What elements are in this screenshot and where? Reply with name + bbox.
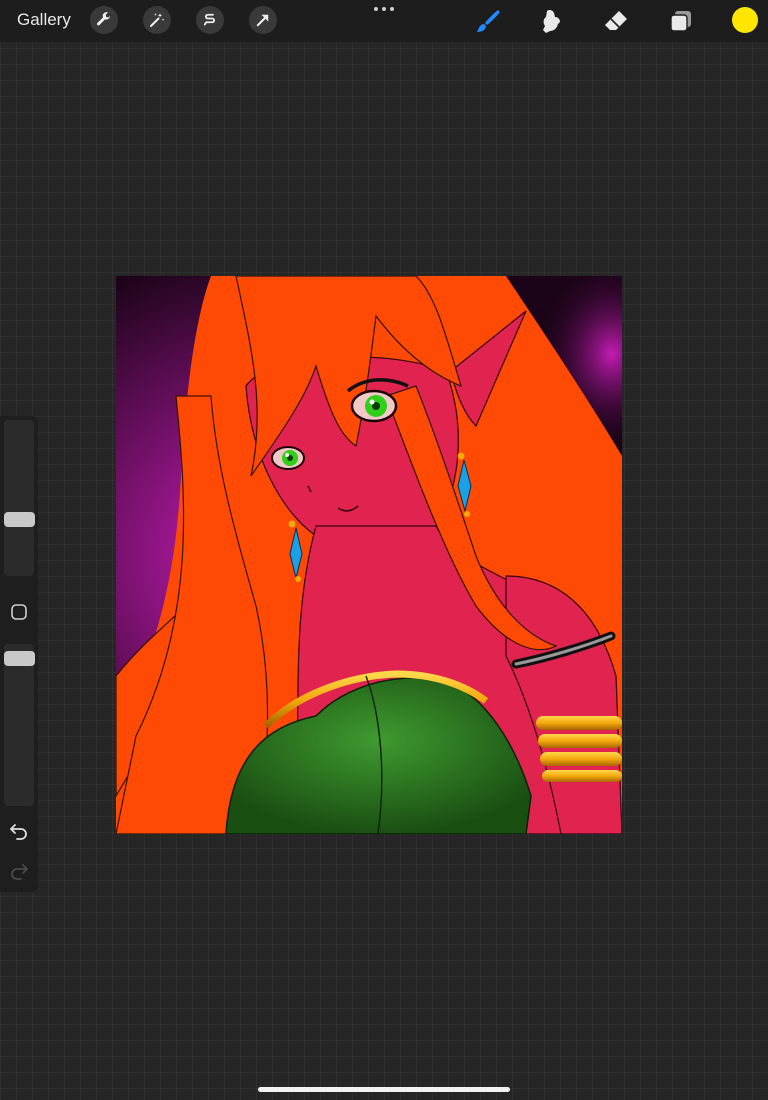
drawing-canvas[interactable] — [116, 276, 622, 834]
selection-button[interactable] — [196, 6, 224, 34]
undo-icon[interactable] — [9, 822, 29, 840]
color-picker-button[interactable] — [732, 7, 758, 33]
opacity-slider-thumb[interactable] — [4, 651, 35, 667]
gallery-button[interactable]: Gallery — [17, 10, 71, 30]
brush-icon — [477, 10, 500, 32]
modify-button-icon[interactable] — [10, 603, 28, 621]
brush-size-slider-thumb[interactable] — [4, 511, 35, 527]
home-indicator[interactable] — [258, 1087, 510, 1092]
transform-button[interactable] — [249, 6, 277, 34]
layers-icon — [670, 11, 691, 32]
smudge-tool-button[interactable] — [538, 7, 566, 35]
adjustments-button[interactable] — [143, 6, 171, 34]
eraser-icon — [605, 11, 627, 30]
selection-s-icon — [203, 13, 215, 26]
more-options-icon[interactable] — [373, 4, 395, 14]
elf-girl-illustration — [116, 276, 622, 834]
side-toolbar — [0, 416, 38, 892]
magic-wand-icon — [150, 13, 165, 27]
brush-size-slider[interactable] — [4, 420, 34, 576]
opacity-slider[interactable] — [4, 644, 34, 806]
actions-button[interactable] — [90, 6, 118, 34]
eraser-tool-button[interactable] — [602, 7, 630, 35]
layers-button[interactable] — [667, 7, 695, 35]
smudge-icon — [543, 9, 560, 33]
redo-icon[interactable] — [9, 862, 29, 880]
brush-tool-button[interactable] — [474, 7, 502, 35]
wrench-icon — [97, 12, 110, 26]
transform-arrow-icon — [256, 14, 269, 27]
top-toolbar: Gallery — [0, 0, 768, 42]
